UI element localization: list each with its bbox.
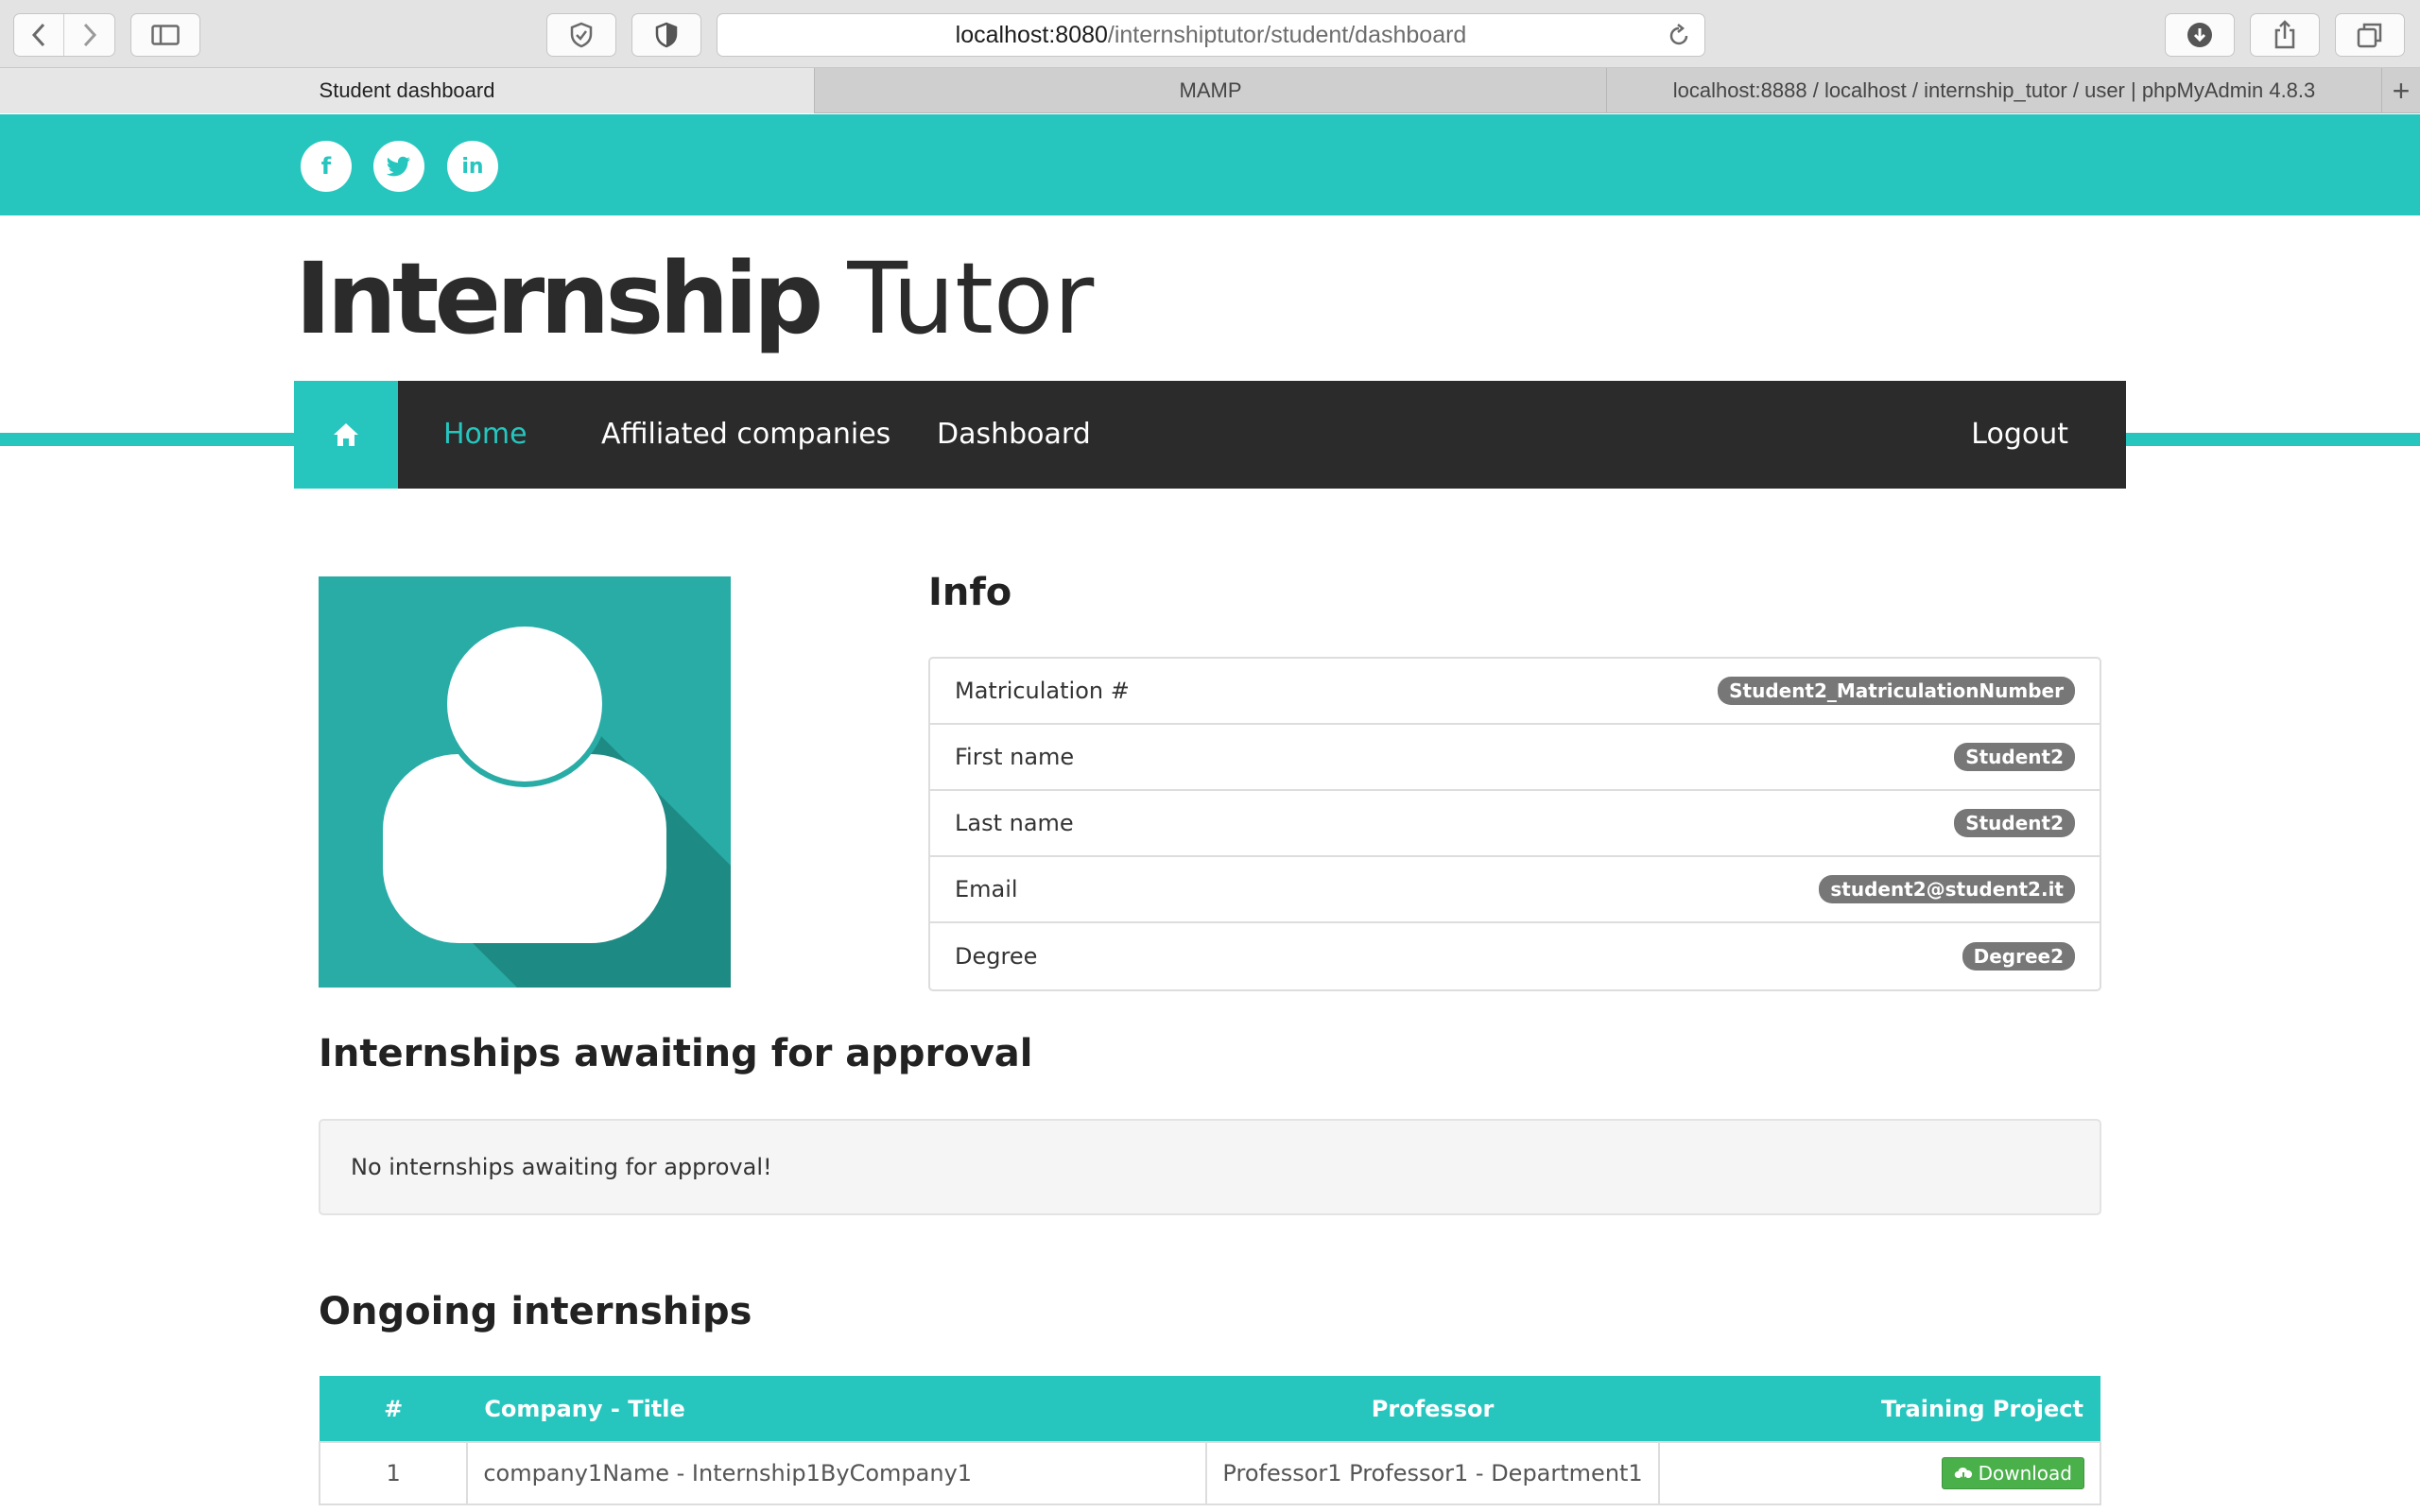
shield-check-icon (570, 22, 593, 48)
info-row-matriculation: Matriculation # Student2_MatriculationNu… (930, 659, 2100, 725)
info-title: Info (928, 571, 1012, 614)
forward-button[interactable] (64, 14, 114, 56)
cloud-download-icon (1954, 1467, 1972, 1481)
history-nav (13, 13, 115, 57)
twitter-icon[interactable] (373, 141, 424, 192)
tab-student-dashboard[interactable]: Student dashboard (0, 68, 815, 113)
tabs-icon (2357, 23, 2382, 48)
download-circle-icon (2187, 23, 2212, 47)
home-icon-button[interactable] (294, 381, 398, 489)
awaiting-title: Internships awaiting for approval (319, 1032, 1033, 1075)
reload-icon[interactable] (1667, 23, 1691, 53)
share-icon (2274, 20, 2295, 49)
info-label: Degree (955, 943, 1038, 970)
col-professor: Professor (1206, 1376, 1659, 1442)
back-button[interactable] (14, 14, 65, 56)
download-button[interactable]: Download (1941, 1457, 2084, 1489)
address-bar[interactable]: localhost:8080/internshiptutor/student/d… (717, 13, 1705, 57)
avatar (319, 576, 731, 988)
extension-button[interactable] (631, 13, 701, 57)
privacy-report-button[interactable] (546, 13, 616, 57)
new-tab-button[interactable]: + (2382, 68, 2420, 113)
table-header-row: # Company - Title Professor Training Pro… (320, 1376, 2100, 1442)
tab-phpmyadmin[interactable]: localhost:8888 / localhost / internship_… (1607, 68, 2382, 113)
ongoing-internships-table: # Company - Title Professor Training Pro… (318, 1376, 2102, 1505)
downloads-button[interactable] (2165, 13, 2235, 57)
info-badge: Student2 (1954, 809, 2075, 837)
awaiting-empty-message: No internships awaiting for approval! (319, 1119, 2101, 1215)
col-training-project: Training Project (1658, 1376, 2100, 1442)
info-list: Matriculation # Student2_MatriculationNu… (928, 657, 2101, 991)
info-label: First name (955, 744, 1075, 770)
nav-affiliated-companies[interactable]: Affiliated companies (601, 381, 890, 489)
brand-light: Tutor (847, 241, 1095, 356)
nav-dashboard[interactable]: Dashboard (937, 381, 1091, 489)
user-icon (383, 621, 731, 988)
info-row-last-name: Last name Student2 (930, 791, 2100, 857)
nav-home[interactable]: Home (443, 381, 527, 489)
table-row: 1 company1Name - Internship1ByCompany1 P… (318, 1441, 2102, 1505)
download-label: Download (1978, 1462, 2072, 1485)
home-icon (334, 423, 358, 446)
info-label: Email (955, 876, 1018, 902)
info-label: Last name (955, 810, 1074, 836)
social-bar: f in (0, 114, 2420, 215)
chevron-right-icon (83, 23, 96, 47)
cell-training-project: Download (1657, 1441, 2102, 1505)
sidebar-toggle-button[interactable] (130, 13, 200, 57)
facebook-icon[interactable]: f (301, 141, 352, 192)
col-number: # (320, 1376, 468, 1442)
cell-company-title: company1Name - Internship1ByCompany1 (466, 1441, 1208, 1505)
info-row-degree: Degree Degree2 (930, 923, 2100, 989)
col-company-title: Company - Title (467, 1376, 1207, 1442)
main-navbar: Home Affiliated companies Dashboard Logo… (294, 381, 2126, 489)
chevron-left-icon (31, 23, 45, 47)
brand-bold: Internship (295, 241, 823, 356)
info-label: Matriculation # (955, 678, 1130, 704)
linkedin-icon[interactable]: in (447, 141, 498, 192)
url-text: localhost:8080/internshiptutor/student/d… (955, 21, 1467, 48)
tab-mamp[interactable]: MAMP (815, 68, 1607, 113)
info-badge: Student2_MatriculationNumber (1718, 677, 2075, 705)
info-badge: Degree2 (1962, 942, 2075, 971)
info-badge: student2@student2.it (1819, 875, 2075, 903)
info-row-first-name: First name Student2 (930, 725, 2100, 791)
nav-logout[interactable]: Logout (1971, 381, 2068, 489)
share-button[interactable] (2250, 13, 2320, 57)
ongoing-title: Ongoing internships (319, 1290, 752, 1333)
browser-toolbar: localhost:8080/internshiptutor/student/d… (0, 0, 2420, 68)
cell-number: 1 (318, 1441, 469, 1505)
cell-professor: Professor1 Professor1 - Department1 (1205, 1441, 1660, 1505)
sidebar-icon (151, 25, 180, 45)
info-row-email: Email student2@student2.it (930, 857, 2100, 923)
site-logo[interactable]: Internship Tutor (295, 241, 1094, 356)
tab-overview-button[interactable] (2335, 13, 2405, 57)
info-badge: Student2 (1954, 743, 2075, 771)
shield-half-icon (655, 22, 678, 48)
tab-bar: Student dashboard MAMP localhost:8888 / … (0, 68, 2420, 113)
